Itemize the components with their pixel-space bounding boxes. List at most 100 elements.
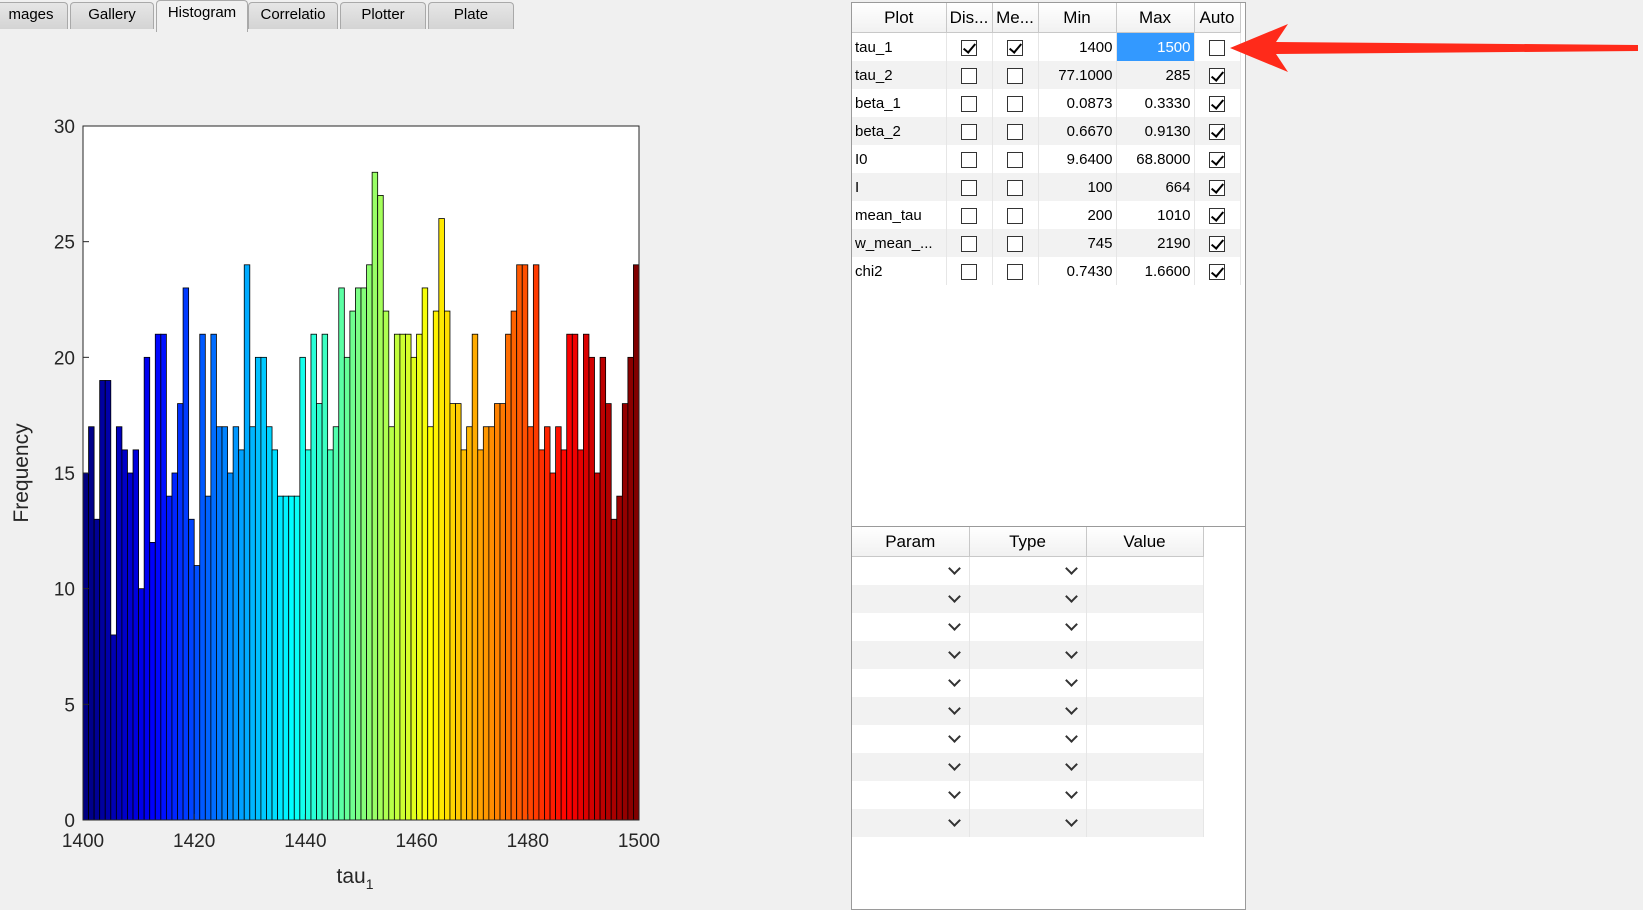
cell-plot-name[interactable]: tau_1	[852, 32, 947, 61]
chevron-down-icon[interactable]	[947, 562, 961, 575]
mean-checkbox[interactable]	[1007, 39, 1023, 56]
type-dropdown[interactable]	[969, 669, 1087, 697]
chevron-down-icon[interactable]	[1064, 562, 1078, 575]
filter-row[interactable]	[852, 725, 1204, 753]
cell-max[interactable]: 1500	[1116, 32, 1195, 61]
cell-plot-name[interactable]: mean_tau	[852, 201, 947, 229]
type-dropdown[interactable]	[969, 613, 1087, 641]
type-dropdown[interactable]	[969, 781, 1087, 809]
cell-max[interactable]: 285	[1116, 61, 1195, 89]
cell-min[interactable]: 1400	[1038, 32, 1117, 61]
table-row[interactable]: I 100 664	[852, 173, 1241, 201]
cell-mean[interactable]	[992, 229, 1039, 257]
cell-display[interactable]	[946, 173, 993, 201]
param-dropdown[interactable]	[852, 753, 970, 781]
cell-max[interactable]: 2190	[1116, 229, 1195, 257]
type-dropdown[interactable]	[969, 725, 1087, 753]
cell-min[interactable]: 77.1000	[1038, 61, 1117, 89]
tab-gallery[interactable]: Gallery	[70, 2, 154, 29]
cell-min[interactable]: 0.7430	[1038, 257, 1117, 285]
table-row[interactable]: tau_2 77.1000 285	[852, 61, 1241, 89]
value-cell[interactable]	[1086, 809, 1204, 837]
chevron-down-icon[interactable]	[1064, 702, 1078, 715]
type-dropdown[interactable]	[969, 641, 1087, 669]
value-cell[interactable]	[1086, 781, 1204, 809]
param-dropdown[interactable]	[852, 809, 970, 837]
display-checkbox[interactable]	[961, 151, 977, 168]
chevron-down-icon[interactable]	[947, 730, 961, 743]
cell-display[interactable]	[946, 257, 993, 285]
filter-row[interactable]	[852, 809, 1204, 837]
filter-row[interactable]	[852, 556, 1204, 585]
cell-max[interactable]: 1.6600	[1116, 257, 1195, 285]
col-header-max[interactable]: Max	[1116, 3, 1195, 33]
cell-display[interactable]	[946, 89, 993, 117]
table-row[interactable]: beta_1 0.0873 0.3330	[852, 89, 1241, 117]
tab-plate[interactable]: Plate	[428, 2, 514, 29]
cell-plot-name[interactable]: I0	[852, 145, 947, 173]
tab-correlation[interactable]: Correlatio	[248, 2, 338, 29]
type-dropdown[interactable]	[969, 753, 1087, 781]
cell-mean[interactable]	[992, 117, 1039, 145]
display-checkbox[interactable]	[961, 179, 977, 196]
chevron-down-icon[interactable]	[947, 590, 961, 603]
chevron-down-icon[interactable]	[1064, 646, 1078, 659]
cell-auto[interactable]	[1194, 229, 1241, 257]
cell-mean[interactable]	[992, 145, 1039, 173]
cell-min[interactable]: 200	[1038, 201, 1117, 229]
value-cell[interactable]	[1086, 641, 1204, 669]
mean-checkbox[interactable]	[1007, 151, 1023, 168]
cell-auto[interactable]	[1194, 173, 1241, 201]
cell-auto[interactable]	[1194, 145, 1241, 173]
chevron-down-icon[interactable]	[947, 674, 961, 687]
filter-row[interactable]	[852, 697, 1204, 725]
display-checkbox[interactable]	[961, 263, 977, 280]
table-row[interactable]: chi2 0.7430 1.6600	[852, 257, 1241, 285]
cell-max[interactable]: 664	[1116, 173, 1195, 201]
auto-checkbox[interactable]	[1209, 151, 1225, 168]
param-dropdown[interactable]	[852, 697, 970, 725]
value-cell[interactable]	[1086, 613, 1204, 641]
param-dropdown[interactable]	[852, 556, 970, 585]
filter-row[interactable]	[852, 753, 1204, 781]
cell-display[interactable]	[946, 117, 993, 145]
filter-row[interactable]	[852, 613, 1204, 641]
col-header-mean[interactable]: Me...	[992, 3, 1039, 33]
type-dropdown[interactable]	[969, 809, 1087, 837]
chevron-down-icon[interactable]	[1064, 758, 1078, 771]
param-dropdown[interactable]	[852, 585, 970, 613]
table-row[interactable]: tau_1 1400 1500	[852, 32, 1241, 61]
cell-max[interactable]: 0.3330	[1116, 89, 1195, 117]
cell-display[interactable]	[946, 229, 993, 257]
cell-min[interactable]: 745	[1038, 229, 1117, 257]
type-dropdown[interactable]	[969, 697, 1087, 725]
cell-plot-name[interactable]: I	[852, 173, 947, 201]
value-cell[interactable]	[1086, 697, 1204, 725]
cell-mean[interactable]	[992, 61, 1039, 89]
mean-checkbox[interactable]	[1007, 235, 1023, 252]
display-checkbox[interactable]	[961, 67, 977, 84]
tab-histogram[interactable]: Histogram	[156, 0, 248, 32]
auto-checkbox[interactable]	[1209, 235, 1225, 252]
cell-plot-name[interactable]: chi2	[852, 257, 947, 285]
auto-checkbox[interactable]	[1209, 263, 1225, 280]
mean-checkbox[interactable]	[1007, 95, 1023, 112]
cell-mean[interactable]	[992, 89, 1039, 117]
chevron-down-icon[interactable]	[1064, 786, 1078, 799]
cell-display[interactable]	[946, 61, 993, 89]
cell-display[interactable]	[946, 32, 993, 61]
chevron-down-icon[interactable]	[947, 814, 961, 827]
col-header-param[interactable]: Param	[852, 527, 970, 557]
auto-checkbox[interactable]	[1209, 95, 1225, 112]
display-checkbox[interactable]	[961, 39, 977, 56]
chevron-down-icon[interactable]	[1064, 814, 1078, 827]
chevron-down-icon[interactable]	[1064, 618, 1078, 631]
cell-mean[interactable]	[992, 257, 1039, 285]
mean-checkbox[interactable]	[1007, 123, 1023, 140]
cell-mean[interactable]	[992, 32, 1039, 61]
cell-auto[interactable]	[1194, 89, 1241, 117]
mean-checkbox[interactable]	[1007, 179, 1023, 196]
type-dropdown[interactable]	[969, 556, 1087, 585]
filter-row[interactable]	[852, 585, 1204, 613]
cell-min[interactable]: 0.6670	[1038, 117, 1117, 145]
